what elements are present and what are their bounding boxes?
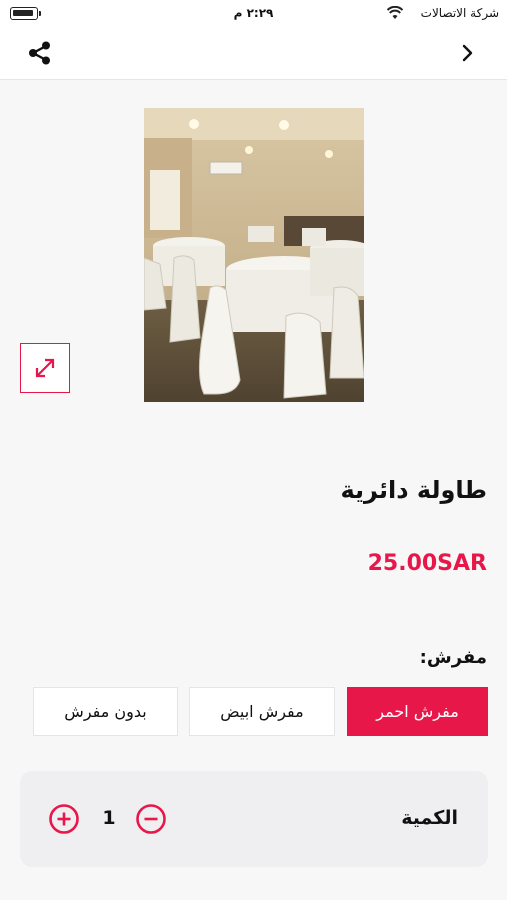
quantity-value: 1 [102,807,116,829]
wifi-icon [387,6,403,19]
product-photo [144,108,364,402]
chevron-right-icon[interactable] [459,43,477,63]
product-image[interactable] [144,108,364,402]
option-no-tablecloth-button[interactable]: بدون مفرش [33,687,178,736]
expand-image-button[interactable] [20,343,70,393]
expand-icon [35,358,55,378]
quantity-card: الكمية 1 [20,771,488,867]
option-red-tablecloth-button[interactable]: مفرش احمر [347,687,488,736]
product-title: طاولة دائرية [340,476,487,504]
product-price: 25.00SAR [367,551,487,576]
share-icon[interactable] [27,40,53,66]
navigation-bar [0,28,507,80]
tablecloth-option-label: مفرش: [419,647,487,668]
minus-icon[interactable] [135,803,167,835]
option-white-tablecloth-button[interactable]: مفرش ابيض [189,687,335,736]
plus-icon[interactable] [48,803,80,835]
carrier-name: شركة الاتصالات [420,6,499,20]
status-bar: ٢:٢٩ م شركة الاتصالات [0,0,507,28]
quantity-label: الكمية [401,807,458,829]
